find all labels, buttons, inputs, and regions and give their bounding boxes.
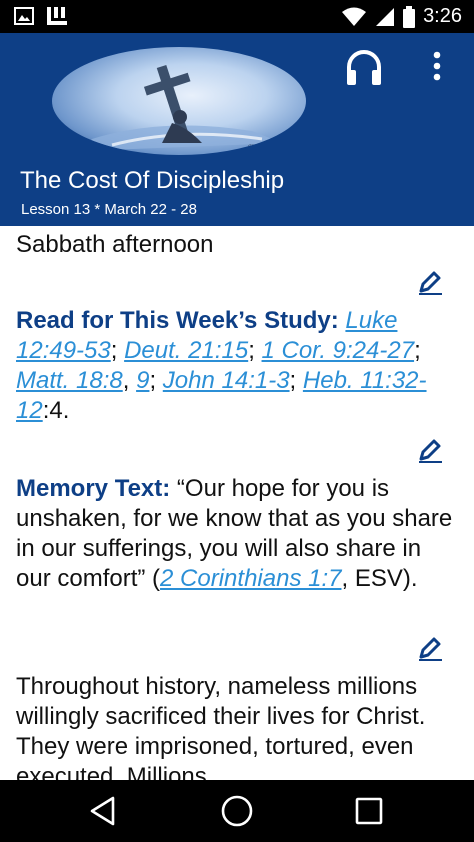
recents-button[interactable] [352, 794, 386, 833]
body-paragraph: Throughout history, nameless millions wi… [16, 673, 426, 780]
back-icon [90, 796, 115, 826]
back-button[interactable] [86, 794, 120, 833]
overflow-menu-button[interactable] [430, 51, 444, 86]
audio-button[interactable] [344, 47, 384, 92]
scripture-link[interactable]: 2 Corinthians 1:7 [160, 565, 341, 592]
recents-icon [355, 797, 383, 825]
banner-image: crotz [52, 47, 306, 155]
svg-text:crotz: crotz [248, 142, 262, 150]
battery-icon [403, 5, 416, 28]
pencil-icon [419, 637, 442, 661]
separator: ; [248, 337, 262, 364]
reading-tail: :4. [42, 397, 70, 424]
more-vert-icon [433, 51, 441, 81]
separator: ; [414, 337, 421, 364]
home-icon [221, 795, 253, 827]
scripture-link[interactable]: 1 Cor. 9:24-27 [262, 337, 415, 364]
navigation-bar [0, 780, 474, 842]
signal-icon [376, 7, 395, 26]
memory-text-tail: , ESV). [341, 565, 418, 592]
edit-note-button[interactable] [416, 268, 444, 301]
scripture-link[interactable]: Matt. 18:8 [16, 367, 123, 394]
day-heading: Sabbath afternoon [16, 231, 214, 258]
scripture-link[interactable]: John 14:1-3 [163, 367, 290, 394]
lesson-title: The Cost Of Discipleship [20, 167, 285, 194]
app-icon [47, 7, 67, 25]
pencil-icon [419, 271, 442, 295]
separator: ; [289, 367, 303, 394]
status-bar: 3:26 [0, 0, 474, 33]
separator: ; [149, 367, 163, 394]
lesson-header: crotz The Cost Of Discipleship Lesson 13… [0, 33, 474, 226]
separator: , [122, 367, 137, 394]
edit-note-button[interactable] [416, 634, 444, 667]
scripture-link[interactable]: Deut. 21:15 [124, 337, 248, 364]
status-time: 3:26 [423, 5, 462, 27]
headphones-icon [347, 50, 381, 85]
reading-label: Read for This Week’s Study: [16, 307, 339, 334]
scripture-link[interactable]: 9 [136, 367, 149, 394]
memory-text-paragraph: Memory Text: “Our hope for you is unshak… [16, 474, 456, 594]
separator: ; [110, 337, 125, 364]
image-icon [14, 7, 34, 25]
lesson-subtitle: Lesson 13 * March 22 - 28 [21, 201, 197, 218]
edit-note-button[interactable] [416, 436, 444, 469]
reading-paragraph: Read for This Week’s Study: Luke 12:49-5… [16, 306, 456, 426]
lesson-content[interactable]: Sabbath afternoon Read for This Week’s S… [0, 226, 474, 780]
memory-text-label: Memory Text: [16, 475, 171, 502]
pencil-icon [419, 439, 442, 463]
wifi-icon [342, 7, 367, 26]
home-button[interactable] [220, 794, 254, 833]
